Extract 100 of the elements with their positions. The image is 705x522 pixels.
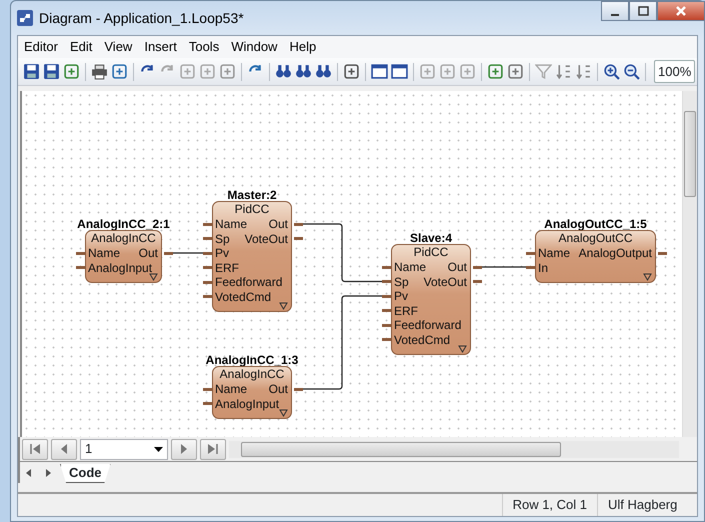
expand-icon[interactable] [279,409,288,417]
expand-icon[interactable] [458,345,467,353]
port-pin[interactable] [294,222,303,226]
menu-item[interactable]: Editor [18,36,64,58]
port-label: Name [88,246,120,260]
port-pin[interactable] [382,324,391,326]
menu-item[interactable]: Edit [64,36,98,58]
port-label: Pv [215,246,230,260]
zoom-in-icon[interactable] [603,63,620,80]
port-label: Feedforward [215,275,282,289]
expand-icon[interactable] [149,273,158,281]
port-label: Sp [215,232,230,246]
menu-item[interactable]: Help [283,36,322,58]
window-title: Diagram - Application_1.Loop53* [39,8,244,28]
minimize-button[interactable] [601,1,629,21]
previous-page-button[interactable] [51,438,77,460]
zoom-field[interactable]: 100% [654,60,696,84]
port-label: VotedCmd [215,290,272,304]
port-label: VoteOut [424,274,467,288]
scrollbar-thumb[interactable] [684,111,696,197]
port-label: Feedforward [394,318,462,332]
minimize-icon [611,14,619,16]
menu-item[interactable]: View [98,36,138,58]
port-label: ERF [394,304,418,318]
port-label: Name [394,260,426,274]
close-icon [675,5,687,17]
sort-icon[interactable] [555,63,572,80]
port-pin[interactable] [164,252,173,254]
port-label: Out [268,217,288,231]
port-label: Pv [394,289,408,303]
port-label: Out [138,246,158,260]
window-icon[interactable] [371,63,388,80]
port-pin[interactable] [76,252,85,254]
scroll-right-icon[interactable] [46,469,52,477]
port-label: AnalogInput [215,396,280,410]
port-label: ERF [215,260,239,274]
block-title: AnalogInCC_2:1 [77,216,170,233]
port-pin[interactable] [473,266,482,268]
horizontal-scrollbar[interactable] [229,440,679,458]
port-label: Name [538,246,570,260]
page-number: 1 [85,440,92,458]
block-title: Master:2 [227,187,277,204]
port-pin[interactable] [203,222,212,226]
port-pin[interactable] [203,280,212,284]
last-icon [207,443,219,455]
zoom-out-icon[interactable] [623,63,640,80]
port-label: Out [448,260,467,274]
function-block[interactable]: PidCC Name Out Sp VoteOut Pv ERF Feedforward VotedCmd [212,201,292,312]
print-icon[interactable] [91,63,108,80]
menu-item[interactable]: Window [225,36,284,58]
binoculars-icon[interactable] [315,63,332,80]
dropdown-icon [154,446,163,452]
function-block[interactable]: AnalogInCC Name Out AnalogInput [212,366,292,419]
port-pin[interactable] [203,252,212,254]
user-name: Ulf Hagberg [597,494,697,516]
wire [482,266,526,268]
save-icon[interactable] [43,63,60,80]
sort-icon[interactable] [575,63,592,80]
maximize-button[interactable] [629,1,657,21]
window-icon[interactable] [391,63,408,80]
block-type: AnalogInCC [90,231,157,245]
expand-icon[interactable] [279,302,288,310]
first-page-button[interactable] [22,438,48,460]
last-page-button[interactable] [200,438,226,460]
block-type: AnalogInCC [218,367,286,381]
scroll-left-icon[interactable] [26,469,32,477]
port-label: Out [268,382,288,396]
port-pin[interactable] [203,388,212,390]
tab[interactable]: Code [60,464,110,483]
port-label: AnalogOutput [578,246,652,260]
port-label: VoteOut [244,232,288,246]
cursor-position: Row 1, Col 1 [502,494,597,516]
port-label: AnalogInput [88,260,152,274]
block-type: AnalogOutCC [557,231,634,245]
scrollbar-thumb[interactable] [241,442,561,456]
port-pin[interactable] [658,252,667,254]
port-pin[interactable] [526,252,535,254]
block-title: AnalogOutCC_1:5 [544,216,647,233]
vertical-scrollbar[interactable] [682,91,697,437]
port-pin[interactable] [382,266,391,268]
save-icon[interactable] [23,63,40,80]
next-page-button[interactable] [171,438,197,460]
menu-item[interactable]: Tools [182,36,226,58]
function-block[interactable]: PidCC Name Out Sp VoteOut Pv ERF Feedforward VotedCmd [391,244,471,355]
binoculars-icon[interactable] [275,63,292,80]
close-button[interactable] [657,1,705,21]
wire [173,252,203,254]
port-pin[interactable] [294,388,303,390]
maximize-icon [638,6,648,16]
binoculars-icon[interactable] [295,63,312,80]
port-pin[interactable] [382,294,391,298]
expand-icon[interactable] [643,273,652,281]
port-label: Name [215,217,248,231]
function-block[interactable]: AnalogOutCC Name AnalogOutput In [535,230,656,283]
port-label: VotedCmd [394,332,450,346]
block-title: AnalogInCC_1:3 [206,352,298,369]
function-block[interactable]: AnalogInCC Name Out AnalogInput [85,230,162,283]
menu-item[interactable]: Insert [138,36,183,58]
port-label: Name [215,382,248,396]
page-dropdown[interactable]: 1 [80,438,168,460]
